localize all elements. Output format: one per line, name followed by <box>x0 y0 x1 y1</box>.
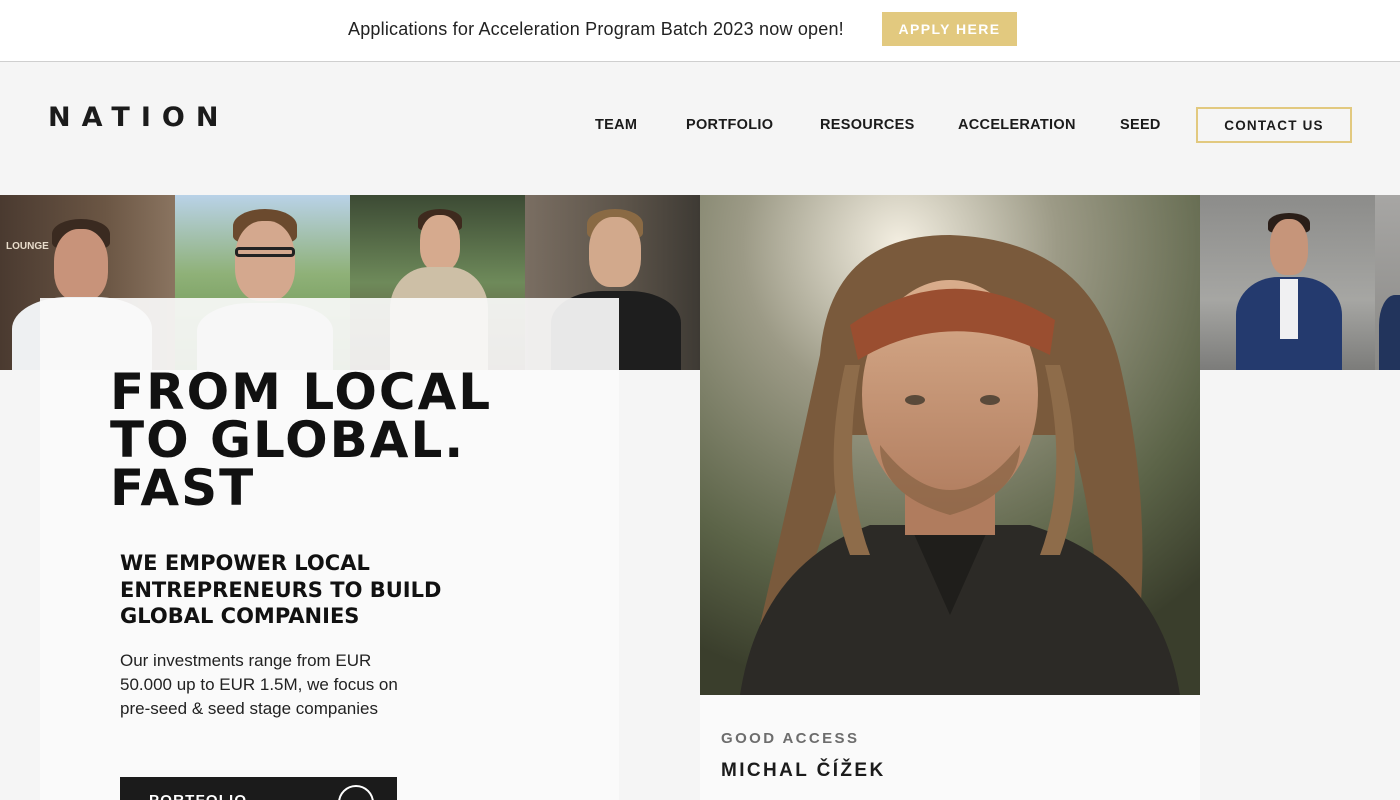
announcement-text: Applications for Acceleration Program Ba… <box>348 19 844 39</box>
portfolio-button-label: PORTFOLIO <box>149 792 247 800</box>
nav-item-team[interactable]: TEAM <box>595 117 637 133</box>
featured-founder-name: MICHAL ČÍŽEK <box>721 760 886 781</box>
arrow-circle-icon <box>338 785 374 800</box>
featured-founder-info <box>700 695 1200 800</box>
nation-logo[interactable]: NATION <box>48 102 229 133</box>
nav-item-seed[interactable]: SEED <box>1120 117 1161 133</box>
contact-us-button[interactable]: CONTACT US <box>1196 107 1352 143</box>
hero-description: Our investments range from EUR 50.000 up… <box>120 651 398 718</box>
nav-item-acceleration[interactable]: ACCELERATION <box>958 117 1076 133</box>
portfolio-button[interactable]: PORTFOLIO <box>120 777 397 800</box>
hero-subtitle: WE EMPOWER LOCAL ENTREPRENEURS TO BUILD … <box>120 551 442 628</box>
apply-here-button[interactable]: APPLY HERE <box>882 12 1017 46</box>
founder-photo-5[interactable] <box>1200 195 1375 370</box>
announcement-bar: Applications for Acceleration Program Ba… <box>0 0 1400 62</box>
hero-title: FROM LOCAL TO GLOBAL. FAST <box>110 363 493 517</box>
lounge-sign: LOUNGE <box>6 241 49 252</box>
nav-item-resources[interactable]: RESOURCES <box>820 117 915 133</box>
featured-founder-photo[interactable] <box>700 195 1200 695</box>
portrait-illustration <box>700 195 1200 695</box>
nav-item-portfolio[interactable]: PORTFOLIO <box>686 117 773 133</box>
founder-photo-6[interactable] <box>1375 195 1400 370</box>
featured-company-name[interactable]: GOOD ACCESS <box>721 730 859 747</box>
